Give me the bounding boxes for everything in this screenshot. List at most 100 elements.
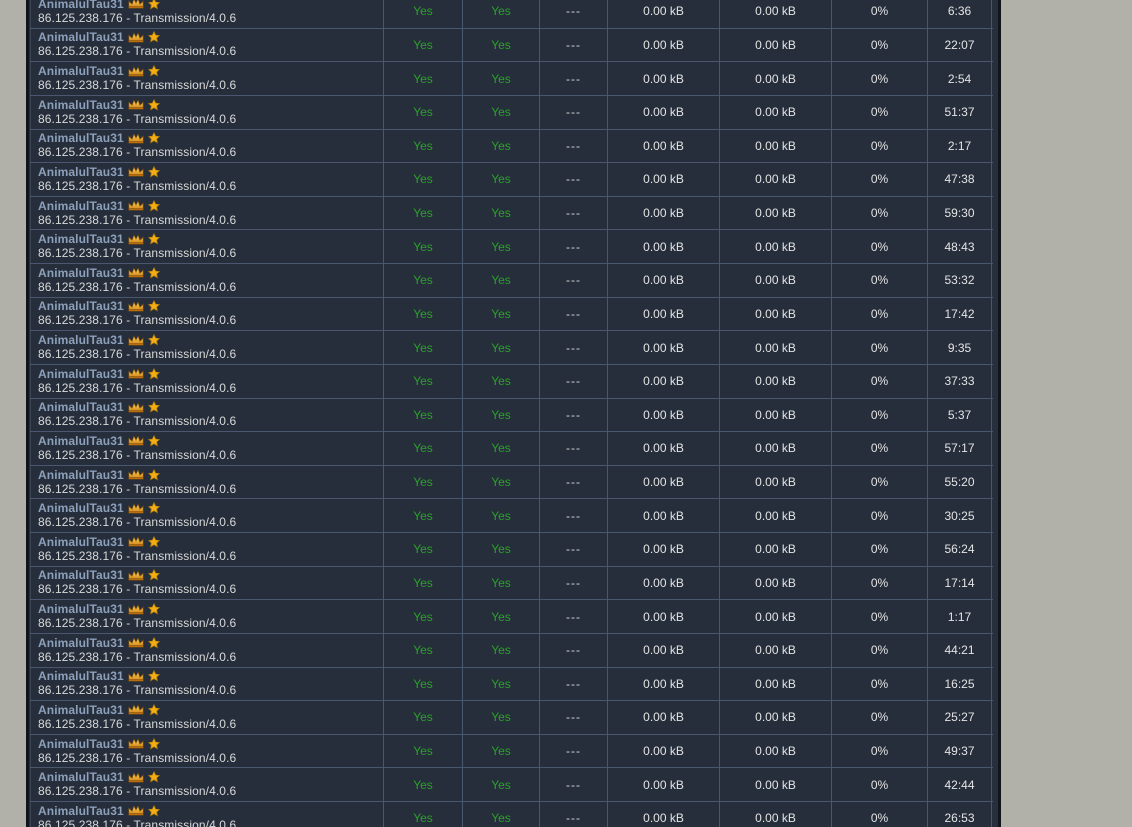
cell-finished: Yes: [463, 96, 540, 129]
table-row: AnimalulTau31 86.125.238.176 - Transmiss: [30, 197, 993, 231]
cell-connectable: Yes: [384, 432, 463, 465]
cell-finished: Yes: [463, 230, 540, 263]
star-icon: [148, 502, 160, 514]
star-icon: [148, 166, 160, 178]
username-link[interactable]: AnimalulTau31: [38, 501, 124, 515]
crown-icon: [128, 503, 144, 514]
crown-icon: [128, 469, 144, 480]
username-link[interactable]: AnimalulTau31: [38, 669, 124, 683]
cell-user: AnimalulTau31 86.125.238.176 - Transmiss: [30, 735, 384, 768]
cell-uploaded: 0.00 kB: [608, 466, 720, 499]
cell-time: 5:37: [928, 399, 992, 432]
username-link[interactable]: AnimalulTau31: [38, 535, 124, 549]
cell-user: AnimalulTau31 86.125.238.176 - Transmiss: [30, 701, 384, 734]
cell-finished: Yes: [463, 466, 540, 499]
username-link[interactable]: AnimalulTau31: [38, 0, 124, 11]
username-link[interactable]: AnimalulTau31: [38, 468, 124, 482]
username-link[interactable]: AnimalulTau31: [38, 165, 124, 179]
crown-icon: [128, 66, 144, 77]
username-link[interactable]: AnimalulTau31: [38, 98, 124, 112]
cell-uploaded: 0.00 kB: [608, 29, 720, 62]
cell-downloaded: 0.00 kB: [720, 130, 832, 163]
cell-user: AnimalulTau31 86.125.238.176 - Transmiss: [30, 399, 384, 432]
cell-connectable: Yes: [384, 0, 463, 28]
user-line: AnimalulTau31: [38, 0, 160, 11]
username-link[interactable]: AnimalulTau31: [38, 636, 124, 650]
username-link[interactable]: AnimalulTau31: [38, 299, 124, 313]
username-link[interactable]: AnimalulTau31: [38, 400, 124, 414]
cell-time: 26:53: [928, 802, 992, 827]
cell-flags: ---: [540, 130, 608, 163]
cell-flags: ---: [540, 96, 608, 129]
cell-flags: ---: [540, 0, 608, 28]
username-link[interactable]: AnimalulTau31: [38, 367, 124, 381]
username-link[interactable]: AnimalulTau31: [38, 804, 124, 818]
cell-flags: ---: [540, 533, 608, 566]
crown-icon: [128, 234, 144, 245]
user-line: AnimalulTau31: [38, 266, 160, 280]
cell-percent: 0%: [832, 802, 928, 827]
username-link[interactable]: AnimalulTau31: [38, 64, 124, 78]
username-link[interactable]: AnimalulTau31: [38, 266, 124, 280]
peer-client-info: 86.125.238.176 - Transmission/4.0.6: [38, 280, 236, 295]
cell-user: AnimalulTau31 86.125.238.176 - Transmiss: [30, 365, 384, 398]
table-row: AnimalulTau31 86.125.238.176 - Transmiss: [30, 230, 993, 264]
username-link[interactable]: AnimalulTau31: [38, 30, 124, 44]
cell-finished: Yes: [463, 29, 540, 62]
star-icon: [148, 300, 160, 312]
cell-percent: 0%: [832, 163, 928, 196]
star-icon: [148, 738, 160, 750]
cell-time: 59:30: [928, 197, 992, 230]
cell-uploaded: 0.00 kB: [608, 163, 720, 196]
username-link[interactable]: AnimalulTau31: [38, 568, 124, 582]
user-line: AnimalulTau31: [38, 30, 160, 44]
username-link[interactable]: AnimalulTau31: [38, 232, 124, 246]
table-row: AnimalulTau31 86.125.238.176 - Transmiss: [30, 533, 993, 567]
username-link[interactable]: AnimalulTau31: [38, 770, 124, 784]
table-row: AnimalulTau31 86.125.238.176 - Transmiss: [30, 130, 993, 164]
cell-downloaded: 0.00 kB: [720, 668, 832, 701]
cell-connectable: Yes: [384, 701, 463, 734]
peer-client-info: 86.125.238.176 - Transmission/4.0.6: [38, 717, 236, 732]
user-line: AnimalulTau31: [38, 737, 160, 751]
username-link[interactable]: AnimalulTau31: [38, 703, 124, 717]
cell-flags: ---: [540, 230, 608, 263]
peer-client-info: 86.125.238.176 - Transmission/4.0.6: [38, 11, 236, 26]
username-link[interactable]: AnimalulTau31: [38, 602, 124, 616]
user-line: AnimalulTau31: [38, 669, 160, 683]
peer-client-info: 86.125.238.176 - Transmission/4.0.6: [38, 347, 236, 362]
table-row: AnimalulTau31 86.125.238.176 - Transmiss: [30, 432, 993, 466]
cell-finished: Yes: [463, 567, 540, 600]
username-link[interactable]: AnimalulTau31: [38, 333, 124, 347]
username-link[interactable]: AnimalulTau31: [38, 131, 124, 145]
username-link[interactable]: AnimalulTau31: [38, 434, 124, 448]
cell-time: 47:38: [928, 163, 992, 196]
cell-percent: 0%: [832, 399, 928, 432]
username-link[interactable]: AnimalulTau31: [38, 737, 124, 751]
cell-user: AnimalulTau31 86.125.238.176 - Transmiss: [30, 62, 384, 95]
cell-user: AnimalulTau31 86.125.238.176 - Transmiss: [30, 634, 384, 667]
user-line: AnimalulTau31: [38, 165, 160, 179]
cell-percent: 0%: [832, 634, 928, 667]
cell-connectable: Yes: [384, 466, 463, 499]
cell-flags: ---: [540, 163, 608, 196]
peer-client-info: 86.125.238.176 - Transmission/4.0.6: [38, 44, 236, 59]
cell-time: 2:17: [928, 130, 992, 163]
cell-uploaded: 0.00 kB: [608, 634, 720, 667]
cell-downloaded: 0.00 kB: [720, 466, 832, 499]
cell-downloaded: 0.00 kB: [720, 567, 832, 600]
cell-flags: ---: [540, 264, 608, 297]
cell-flags: ---: [540, 197, 608, 230]
star-icon: [148, 401, 160, 413]
cell-finished: Yes: [463, 499, 540, 532]
crown-icon: [128, 671, 144, 682]
cell-connectable: Yes: [384, 264, 463, 297]
star-icon: [148, 435, 160, 447]
peer-client-info: 86.125.238.176 - Transmission/4.0.6: [38, 549, 236, 564]
username-link[interactable]: AnimalulTau31: [38, 199, 124, 213]
cell-finished: Yes: [463, 701, 540, 734]
user-line: AnimalulTau31: [38, 468, 160, 482]
cell-finished: Yes: [463, 264, 540, 297]
cell-uploaded: 0.00 kB: [608, 331, 720, 364]
cell-downloaded: 0.00 kB: [720, 62, 832, 95]
